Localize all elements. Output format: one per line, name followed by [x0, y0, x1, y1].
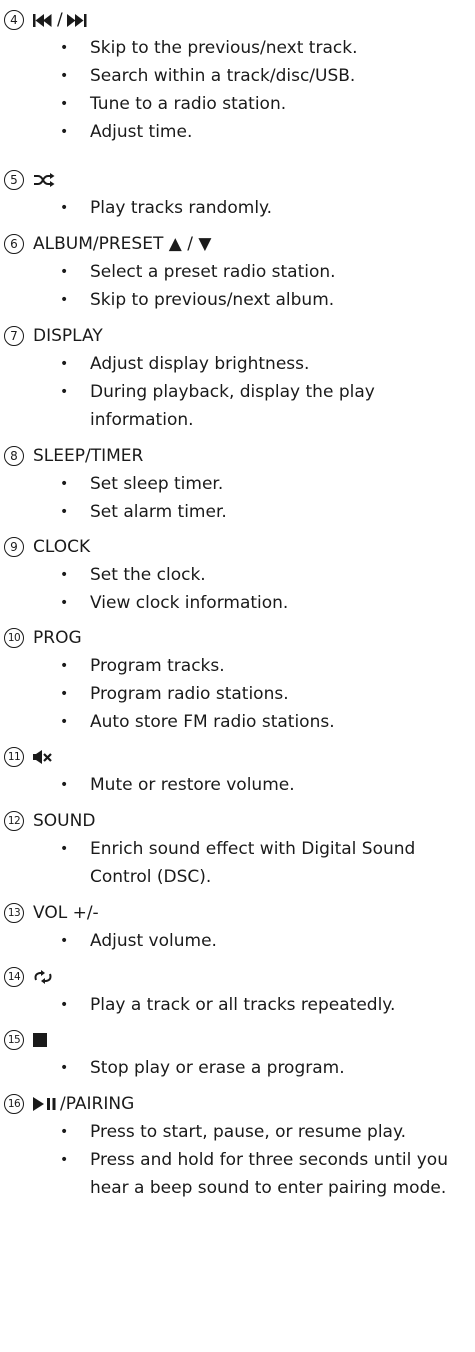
item-number: 5 — [4, 170, 24, 190]
item-heading: PROG — [33, 628, 82, 648]
item-number: 10 — [4, 628, 24, 648]
item-number: 16 — [4, 1094, 24, 1114]
bullet-item: Adjust volume. — [60, 927, 470, 955]
skip-previous-icon — [33, 13, 53, 27]
bullet-item: Set the clock. — [60, 561, 470, 589]
mute-icon — [33, 750, 53, 764]
bullet-item: Program tracks. — [60, 652, 470, 680]
bullet-item: Adjust time. — [60, 118, 470, 146]
bullet-item: Skip to previous/next album. — [60, 286, 470, 314]
bullet-item: Auto store FM radio stations. — [60, 708, 470, 736]
item-heading: CLOCK — [33, 537, 91, 557]
item-heading: ALBUM/PRESET ▲ / ▼ — [33, 234, 212, 254]
bullet-item: Play tracks randomly. — [60, 194, 470, 222]
bullet-item: Tune to a radio station. — [60, 90, 470, 118]
item-heading: VOL +/- — [33, 903, 99, 923]
item-heading — [33, 1028, 47, 1052]
bullet-item: Program radio stations. — [60, 680, 470, 708]
bullet-item: Set alarm timer. — [60, 498, 470, 526]
manual-page: 4 / Skip to the previous/next track. Sea… — [0, 0, 475, 1352]
item-number: 11 — [4, 747, 24, 767]
item-number: 12 — [4, 811, 24, 831]
item-heading — [33, 745, 53, 769]
item-number: 9 — [4, 537, 24, 557]
bullet-item: Press and hold for three seconds until y… — [60, 1146, 470, 1202]
shuffle-icon — [33, 173, 55, 187]
bullet-item: View clock information. — [60, 589, 470, 617]
item-number: 14 — [4, 967, 24, 987]
bullet-item: Press to start, pause, or resume play. — [60, 1118, 470, 1146]
item-heading — [33, 965, 53, 989]
item-number: 6 — [4, 234, 24, 254]
heading-text: /PAIRING — [60, 1094, 135, 1114]
bullet-item: Enrich sound effect with Digital Sound C… — [60, 835, 470, 891]
item-number: 7 — [4, 326, 24, 346]
item-number: 13 — [4, 903, 24, 923]
item-heading: DISPLAY — [33, 326, 103, 346]
item-heading: / — [33, 8, 87, 32]
item-heading: /PAIRING — [33, 1092, 134, 1116]
item-heading: SLEEP/TIMER — [33, 446, 144, 466]
item-number: 4 — [4, 10, 24, 30]
item-heading: SOUND — [33, 811, 96, 831]
bullet-item: Search within a track/disc/USB. — [60, 62, 470, 90]
play-pause-icon — [33, 1097, 57, 1111]
bullet-item: Adjust display brightness. — [60, 350, 470, 378]
item-number: 15 — [4, 1030, 24, 1050]
stop-icon — [33, 1033, 47, 1047]
bullet-item: Select a preset radio station. — [60, 258, 470, 286]
bullet-item: Skip to the previous/next track. — [60, 34, 470, 62]
item-heading — [33, 168, 55, 192]
bullet-item: Set sleep timer. — [60, 470, 470, 498]
repeat-icon — [33, 970, 53, 984]
item-number: 8 — [4, 446, 24, 466]
bullet-item: Mute or restore volume. — [60, 771, 470, 799]
bullet-item: Play a track or all tracks repeatedly. — [60, 991, 470, 1019]
heading-text: / — [57, 10, 63, 30]
bullet-item: During playback, display the play inform… — [60, 378, 470, 434]
skip-next-icon — [66, 13, 87, 27]
bullet-item: Stop play or erase a program. — [60, 1054, 470, 1082]
